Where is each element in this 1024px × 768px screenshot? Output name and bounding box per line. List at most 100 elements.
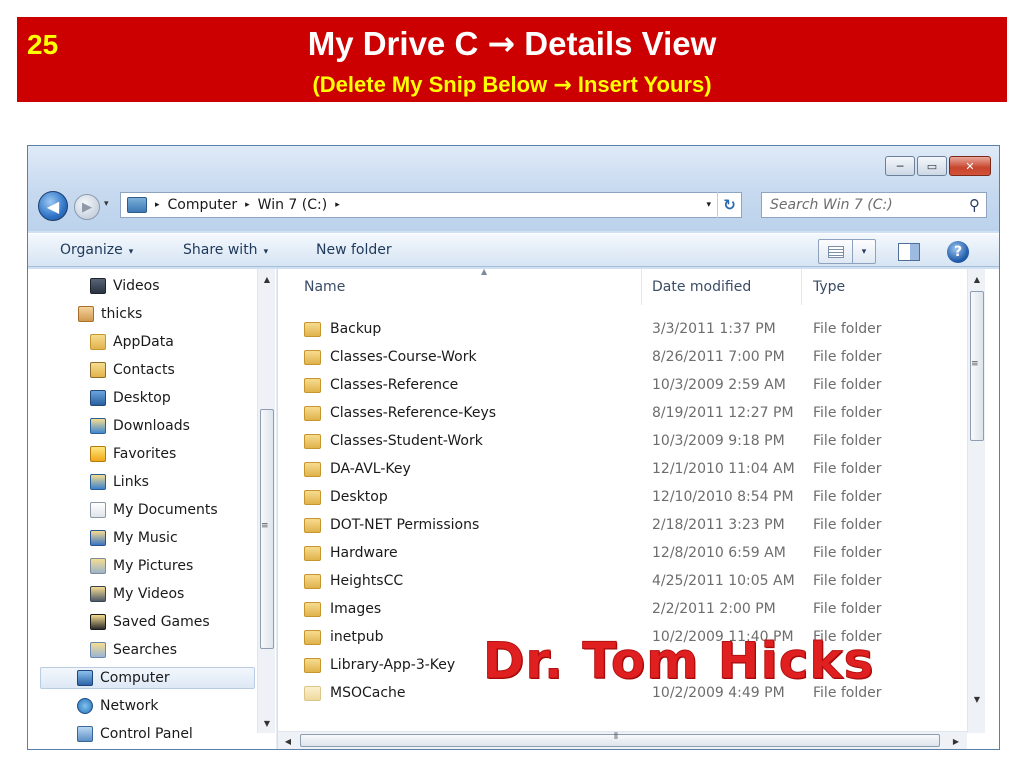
nav-scrollbar[interactable]: ▲ ≡ ▼ [257,269,275,733]
column-header-type[interactable]: Type [805,269,965,305]
window-frame: ─ ▭ ✕ ◀ ▶ ▾ ▸ Computer ▸ Win 7 (C:) ▸ ▾ … [28,146,999,231]
file-name: Classes-Reference [304,377,458,393]
nav-item-label: Computer [100,670,170,686]
nav-item-links[interactable]: Links [90,471,149,493]
recent-pages-dropdown[interactable]: ▾ [104,199,109,209]
music-icon [90,530,106,546]
nav-item-videos[interactable]: Videos [90,275,160,297]
nav-item-label: Links [113,474,149,490]
maximize-button[interactable]: ▭ [917,156,947,176]
chevron-right-icon[interactable]: ▸ [245,200,250,210]
folder-icon [90,334,106,350]
folder-icon [304,321,321,337]
nav-item-network[interactable]: Network [77,695,158,717]
view-options-dropdown[interactable]: ▾ [853,240,875,263]
file-name-text: Backup [330,321,382,337]
scroll-up-icon[interactable]: ▲ [968,271,986,287]
file-name: Classes-Reference-Keys [304,405,496,421]
nav-item-appdata[interactable]: AppData [90,331,174,353]
nav-item-control-panel[interactable]: Control Panel [77,723,193,745]
navigation-bar: ◀ ▶ ▾ ▸ Computer ▸ Win 7 (C:) ▸ ▾ ↻ ⚲ [34,191,987,221]
file-name: Desktop [304,489,388,505]
file-type: File folder [813,573,882,589]
chevron-down-icon: ▾ [263,247,269,257]
scroll-right-icon[interactable]: ▶ [948,733,964,749]
nav-item-desktop[interactable]: Desktop [90,387,171,409]
table-row[interactable]: Images 2/2/2011 2:00 PM File folder [278,595,968,623]
forward-button[interactable]: ▶ [74,194,100,220]
user-folder-icon [78,306,94,322]
close-button[interactable]: ✕ [949,156,991,176]
table-row[interactable]: Classes-Student-Work 10/3/2009 9:18 PM Fil… [278,427,968,455]
help-icon[interactable]: ? [947,241,969,263]
details-view-icon [827,245,844,258]
nav-item-computer[interactable]: Computer [40,667,255,689]
new-folder-button[interactable]: New folder [316,242,392,258]
table-row[interactable]: Classes-Course-Work 8/26/2011 7:00 PM File… [278,343,968,371]
nav-item-downloads[interactable]: Downloads [90,415,190,437]
table-row[interactable]: HeightsCC 4/25/2011 10:05 AM File folder [278,567,968,595]
file-name-text: Classes-Reference [330,377,459,393]
scroll-up-icon[interactable]: ▲ [258,271,276,287]
column-header-name[interactable]: ▲ Name [296,269,642,305]
breadcrumb-drive[interactable]: Win 7 (C:) [258,197,328,213]
file-date: 2/18/2011 3:23 PM [652,517,785,533]
share-with-button[interactable]: Share with ▾ [183,242,268,258]
table-row[interactable]: Classes-Reference 10/3/2009 2:59 AM File f… [278,371,968,399]
sort-ascending-icon: ▲ [481,269,488,276]
scroll-left-icon[interactable]: ◀ [280,733,296,749]
file-name-text: Images [330,601,382,617]
organize-button[interactable]: Organize ▾ [60,242,133,258]
nav-item-label: My Pictures [113,558,194,574]
scroll-down-icon[interactable]: ▼ [258,715,276,731]
nav-item-thicks[interactable]: thicks [78,303,142,325]
table-row[interactable]: Desktop 12/10/2010 8:54 PM File folder [278,483,968,511]
horizontal-scrollbar[interactable]: ◀ ⦀ ▶ [278,731,967,749]
grip-icon: ⦀ [614,732,618,742]
computer-icon [77,670,93,686]
change-view-button[interactable]: ▾ [818,239,876,264]
nav-item-my-documents[interactable]: My Documents [90,499,218,521]
minimize-button[interactable]: ─ [885,156,915,176]
nav-item-favorites[interactable]: Favorites [90,443,176,465]
scroll-thumb[interactable] [300,734,940,747]
nav-item-my-videos[interactable]: My Videos [90,583,184,605]
refresh-icon[interactable]: ↻ [717,192,741,218]
table-row[interactable]: Classes-Reference-Keys 8/19/2011 12:27 PM… [278,399,968,427]
nav-item-label: Videos [113,278,160,294]
nav-item-saved-games[interactable]: Saved Games [90,611,210,633]
table-row[interactable]: Backup 3/3/2011 1:37 PM File folder [278,315,968,343]
preview-pane-icon[interactable] [898,243,920,261]
table-row[interactable]: Hardware 12/8/2010 6:59 AM File folder [278,539,968,567]
chevron-right-icon[interactable]: ▸ [335,200,340,210]
address-dropdown-icon[interactable]: ▾ [706,200,711,210]
address-bar[interactable]: ▸ Computer ▸ Win 7 (C:) ▸ ▾ ↻ [120,192,742,218]
file-date: 4/25/2011 10:05 AM [652,573,795,589]
file-name: MSOCache [304,685,406,701]
scroll-down-icon[interactable]: ▼ [968,691,986,707]
desktop-icon [90,390,106,406]
file-type: File folder [813,377,882,393]
breadcrumb-computer[interactable]: Computer [168,197,238,213]
table-row[interactable]: DA-AVL-Key 12/1/2010 11:04 AM File folder [278,455,968,483]
nav-item-my-pictures[interactable]: My Pictures [90,555,193,577]
file-list-scrollbar[interactable]: ▲ ≡ ▼ [967,269,985,733]
table-row[interactable]: DOT-NET Permissions 2/18/2011 3:23 PM File… [278,511,968,539]
nav-item-my-music[interactable]: My Music [90,527,178,549]
column-header-date[interactable]: Date modified [644,269,802,305]
chevron-down-icon: ▾ [128,247,134,257]
control-panel-icon [77,726,93,742]
search-icon[interactable]: ⚲ [969,196,980,214]
view-icon[interactable] [819,240,853,263]
search-input[interactable] [770,197,960,213]
file-date: 8/19/2011 12:27 PM [652,405,794,421]
chevron-right-icon[interactable]: ▸ [155,200,160,210]
nav-item-searches[interactable]: Searches [90,639,177,661]
videos-icon [90,586,106,602]
nav-item-contacts[interactable]: Contacts [90,359,175,381]
file-name: Classes-Student-Work [304,433,483,449]
nav-item-label: My Music [113,530,178,546]
file-date: 8/26/2011 7:00 PM [652,349,785,365]
navigation-pane: Videos thicks AppData Contacts Desktop D… [28,269,277,749]
back-button[interactable]: ◀ [38,191,68,221]
